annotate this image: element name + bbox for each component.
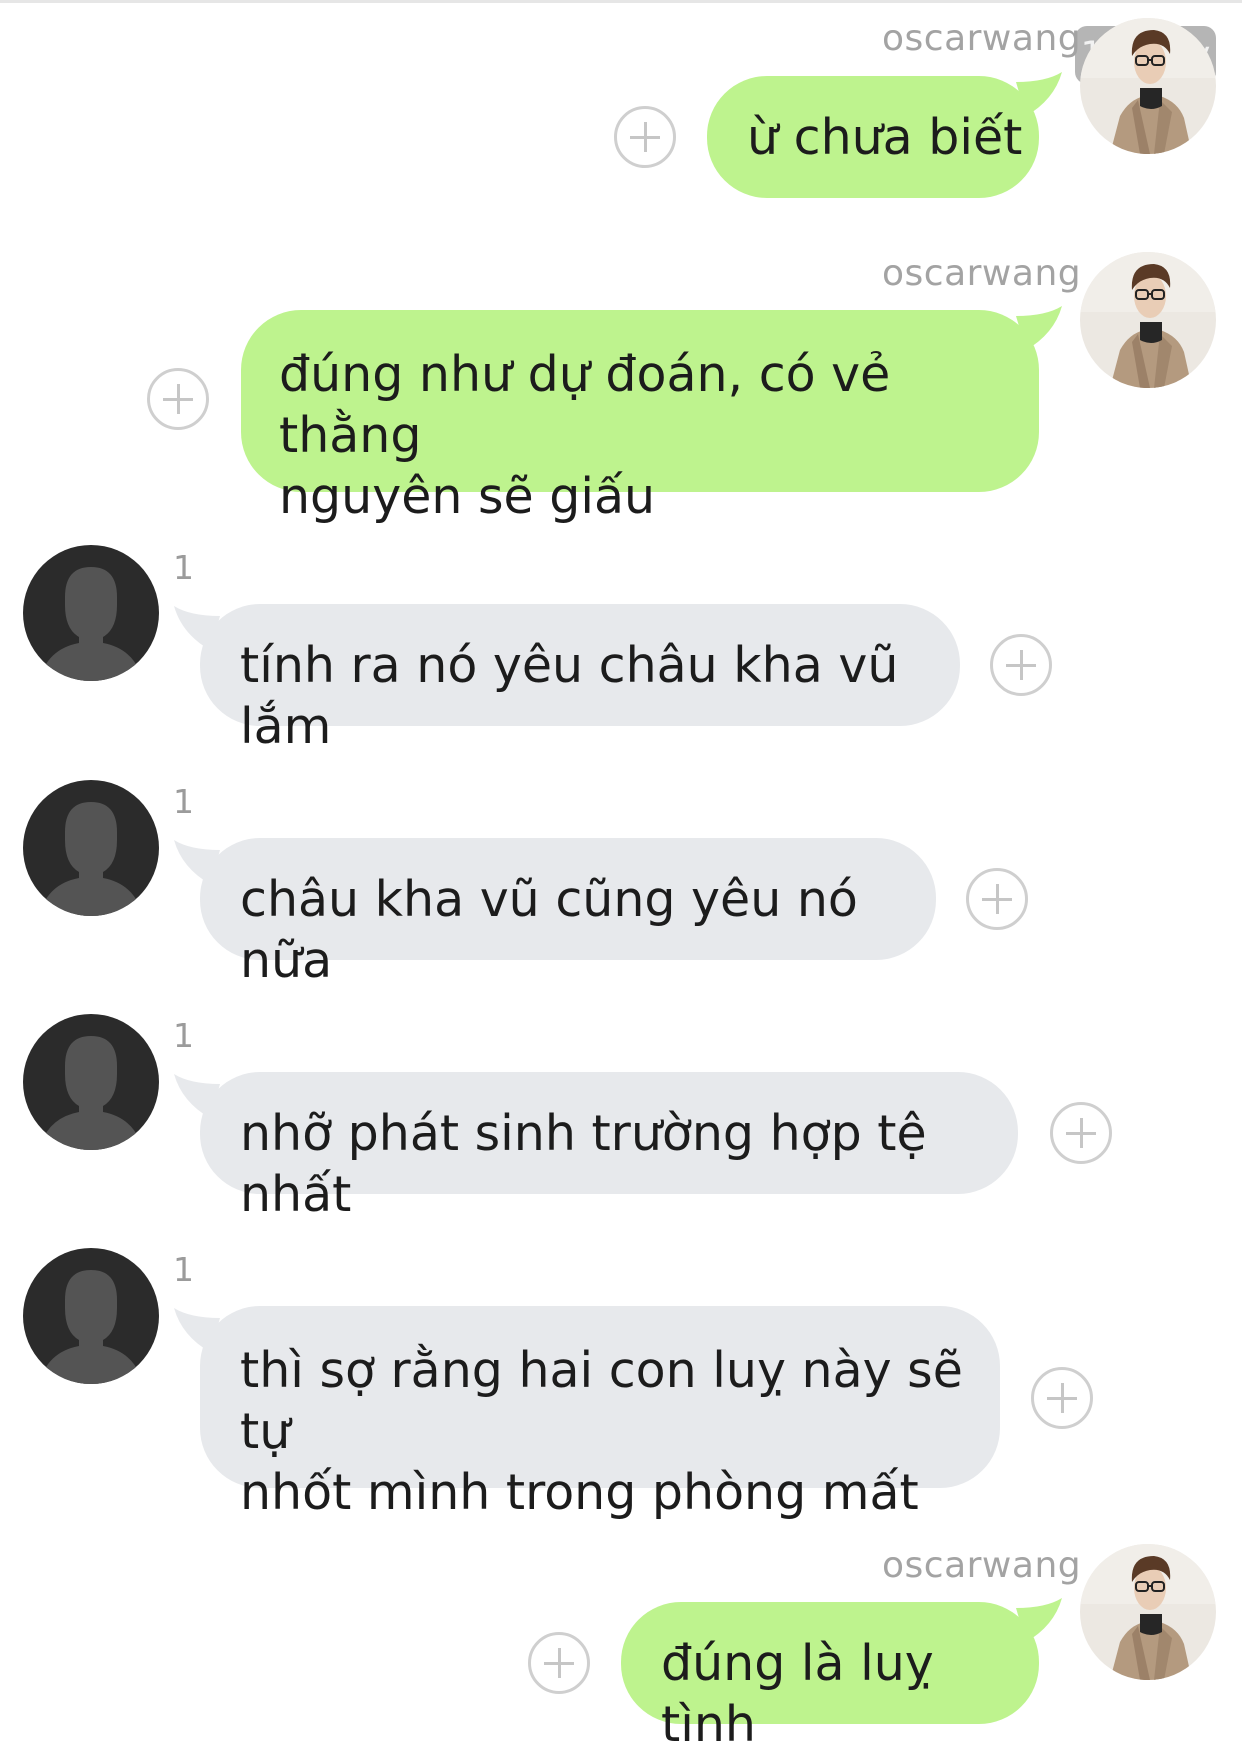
add-reaction-icon[interactable] bbox=[528, 1632, 590, 1694]
outgoing-message-bubble[interactable]: ừ chưa biết bbox=[707, 76, 1039, 198]
sender-avatar[interactable] bbox=[1080, 1544, 1216, 1680]
outgoing-message-bubble[interactable]: đúng là luỵ tình bbox=[621, 1602, 1039, 1753]
message-text: nhỡ phát sinh trường hợp tệ nhất bbox=[240, 1105, 927, 1223]
sender-name: oscarwang bbox=[882, 18, 1082, 59]
message-text: tính ra nó yêu châu kha vũ lắm bbox=[240, 637, 899, 755]
outgoing-message-bubble[interactable]: đúng như dự đoán, có vẻ thằng nguyên sẽ … bbox=[241, 310, 1039, 525]
add-reaction-icon[interactable] bbox=[1031, 1367, 1093, 1429]
top-divider bbox=[0, 0, 1242, 3]
incoming-message-bubble[interactable]: thì sợ rằng hai con luỵ này sẽ tự nhốt m… bbox=[200, 1306, 1000, 1521]
incoming-message-bubble[interactable]: châu kha vũ cũng yêu nó nữa bbox=[200, 838, 936, 989]
sender-avatar[interactable] bbox=[1080, 18, 1216, 154]
contact-avatar[interactable] bbox=[23, 780, 159, 916]
add-reaction-icon[interactable] bbox=[147, 368, 209, 430]
message-text-line: thì sợ rằng hai con luỵ này sẽ tự bbox=[240, 1342, 963, 1460]
message-text: đúng là luỵ tình bbox=[661, 1635, 934, 1753]
bubble-tail-right bbox=[1016, 306, 1062, 350]
add-reaction-icon[interactable] bbox=[966, 868, 1028, 930]
message-text: ừ chưa biết bbox=[747, 109, 1023, 166]
contact-avatar[interactable] bbox=[23, 1248, 159, 1384]
contact-avatar[interactable] bbox=[23, 545, 159, 681]
add-reaction-icon[interactable] bbox=[614, 106, 676, 168]
unread-count: 1 bbox=[173, 548, 194, 587]
message-text-line: nhốt mình trong phòng mất bbox=[240, 1464, 919, 1521]
message-text: châu kha vũ cũng yêu nó nữa bbox=[240, 871, 858, 989]
contact-avatar[interactable] bbox=[23, 1014, 159, 1150]
add-reaction-icon[interactable] bbox=[990, 634, 1052, 696]
bubble-tail-right bbox=[1016, 1598, 1062, 1642]
incoming-message-bubble[interactable]: nhỡ phát sinh trường hợp tệ nhất bbox=[200, 1072, 1018, 1223]
incoming-message-bubble[interactable]: tính ra nó yêu châu kha vũ lắm bbox=[200, 604, 960, 755]
add-reaction-icon[interactable] bbox=[1050, 1102, 1112, 1164]
sender-avatar[interactable] bbox=[1080, 252, 1216, 388]
bubble-tail-right bbox=[1016, 72, 1062, 116]
sender-name: oscarwang bbox=[882, 253, 1082, 294]
unread-count: 1 bbox=[173, 1250, 194, 1289]
unread-count: 1 bbox=[173, 782, 194, 821]
message-text-line: đúng như dự đoán, có vẻ thằng bbox=[279, 346, 891, 464]
unread-count: 1 bbox=[173, 1016, 194, 1055]
sender-name: oscarwang bbox=[882, 1545, 1082, 1586]
message-text-line: nguyên sẽ giấu bbox=[279, 468, 656, 525]
